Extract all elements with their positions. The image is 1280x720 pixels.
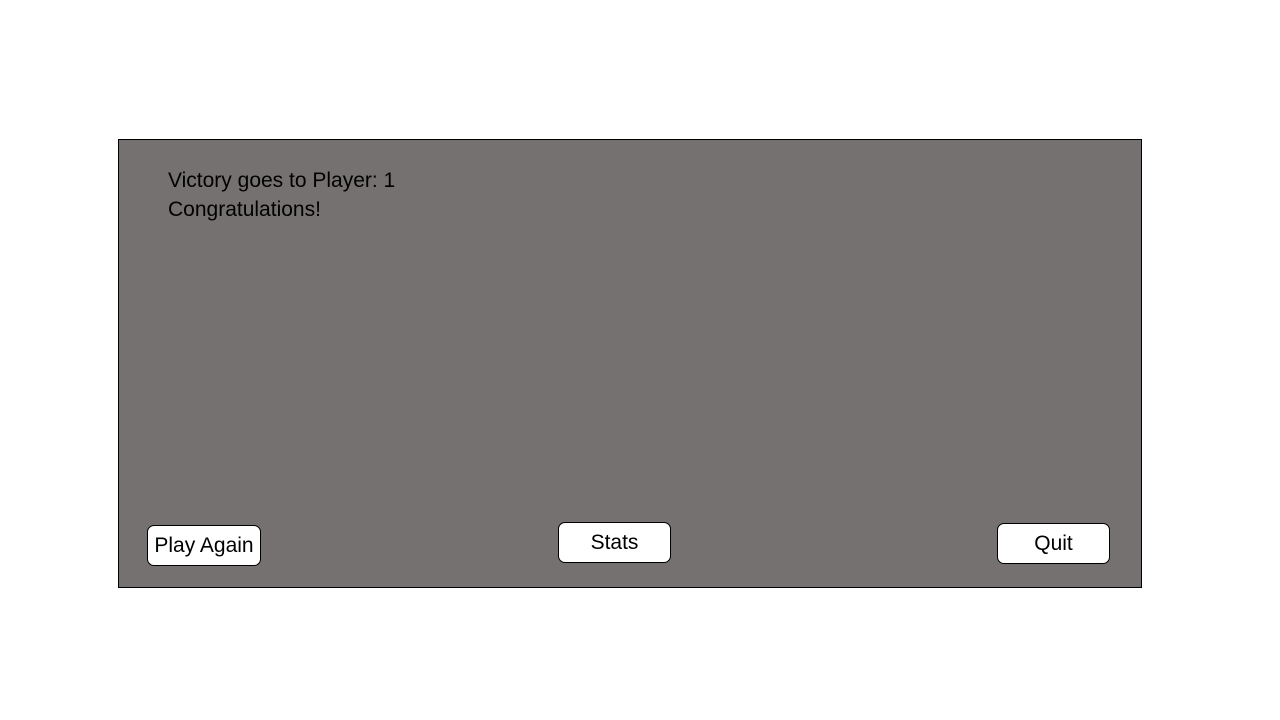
play-again-button[interactable]: Play Again — [147, 525, 261, 566]
game-over-dialog: Victory goes to Player: 1 Congratulation… — [118, 139, 1142, 588]
stats-button[interactable]: Stats — [558, 522, 671, 563]
congratulations-text: Congratulations! — [168, 198, 321, 221]
quit-button[interactable]: Quit — [997, 523, 1110, 564]
victory-text: Victory goes to Player: 1 — [168, 169, 396, 192]
result-message: Victory goes to Player: 1 Congratulation… — [168, 166, 395, 224]
